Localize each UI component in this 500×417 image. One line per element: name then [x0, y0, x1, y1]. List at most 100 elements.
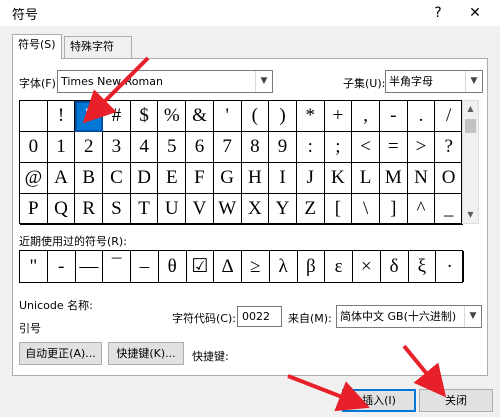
symbol-cell[interactable]: J	[296, 163, 325, 194]
help-button[interactable]: ?	[428, 3, 448, 23]
subset-select-value: 半角字母	[389, 75, 433, 88]
symbol-cell[interactable]: F	[186, 163, 214, 194]
symbol-cell[interactable]: C	[103, 163, 131, 194]
from-select[interactable]: 简体中文 GB(十六进制) ▼	[336, 305, 482, 328]
symbol-cell[interactable]: &	[186, 101, 214, 132]
close-icon[interactable]: ✕	[465, 3, 485, 23]
grid-scrollbar[interactable]: ▲ ▼	[462, 100, 479, 224]
symbol-cell[interactable]: S	[103, 194, 131, 225]
symbol-cell[interactable]: P	[20, 194, 48, 225]
symbol-cell[interactable]: @	[20, 163, 48, 194]
symbol-cell[interactable]: '	[213, 101, 242, 132]
symbol-cell[interactable]: Q	[47, 194, 76, 225]
scroll-down-icon[interactable]: ▼	[463, 207, 478, 223]
recent-symbol-cell[interactable]: ε	[325, 251, 353, 282]
symbol-cell[interactable]: 8	[241, 132, 270, 163]
symbol-cell[interactable]: [	[324, 194, 353, 225]
symbol-cell[interactable]: M	[379, 163, 408, 194]
symbol-cell[interactable]: O	[435, 163, 463, 194]
chevron-down-icon: ▼	[464, 306, 481, 327]
symbol-cell[interactable]: 6	[186, 132, 214, 163]
symbol-cell[interactable]: Z	[296, 194, 325, 225]
recent-symbol-cell[interactable]: ·	[436, 251, 464, 282]
symbol-cell[interactable]: L	[352, 163, 380, 194]
symbol-cell[interactable]: 2	[75, 132, 104, 163]
subset-select[interactable]: 半角字母 ▼	[385, 70, 483, 93]
scroll-thumb[interactable]	[465, 119, 476, 133]
recent-symbol-cell[interactable]: "	[20, 251, 48, 282]
char-code-input[interactable]: 0022	[237, 306, 282, 327]
symbol-cell[interactable]: K	[324, 163, 353, 194]
symbol-cell[interactable]: #	[103, 101, 131, 132]
symbol-cell[interactable]: 5	[158, 132, 187, 163]
symbol-cell[interactable]: 1	[47, 132, 76, 163]
symbol-cell[interactable]: U	[158, 194, 187, 225]
symbol-cell[interactable]: V	[186, 194, 214, 225]
symbol-cell[interactable]: %	[158, 101, 187, 132]
symbol-cell[interactable]: ,	[352, 101, 380, 132]
symbol-cell[interactable]: I	[269, 163, 297, 194]
symbol-cell[interactable]: A	[47, 163, 76, 194]
symbol-cell[interactable]: "	[75, 101, 104, 132]
insert-button[interactable]: 插入(I)	[342, 389, 416, 412]
symbol-cell[interactable]: 3	[103, 132, 131, 163]
symbol-cell[interactable]: ;	[324, 132, 353, 163]
symbol-cell[interactable]: (	[241, 101, 270, 132]
recent-symbol-cell[interactable]: ξ	[409, 251, 437, 282]
symbol-cell[interactable]: H	[241, 163, 270, 194]
symbol-cell[interactable]: T	[130, 194, 159, 225]
tab-special-characters[interactable]: 特殊字符(P)	[64, 36, 132, 73]
symbol-cell[interactable]: B	[75, 163, 104, 194]
symbol-cell[interactable]: *	[296, 101, 325, 132]
symbol-cell[interactable]: ]	[379, 194, 408, 225]
symbol-cell[interactable]: ^	[407, 194, 436, 225]
symbol-cell[interactable]: 4	[130, 132, 159, 163]
recent-symbol-cell[interactable]: -	[48, 251, 76, 282]
font-select[interactable]: Times New Roman ▼	[57, 70, 273, 93]
recent-symbol-cell[interactable]: —	[76, 251, 104, 282]
symbol-cell[interactable]: )	[269, 101, 297, 132]
recent-symbol-cell[interactable]: δ	[381, 251, 409, 282]
symbol-cell[interactable]: R	[75, 194, 104, 225]
symbol-cell[interactable]: :	[296, 132, 325, 163]
symbol-cell[interactable]: E	[158, 163, 187, 194]
symbol-cell[interactable]: X	[241, 194, 270, 225]
shortcut-key-button[interactable]: 快捷键(K)...	[108, 342, 184, 365]
symbol-cell[interactable]: \	[352, 194, 380, 225]
recent-symbol-cell[interactable]: ☑	[187, 251, 215, 282]
symbol-cell[interactable]: .	[407, 101, 436, 132]
recent-symbol-cell[interactable]: ×	[353, 251, 381, 282]
symbol-cell[interactable]: <	[352, 132, 380, 163]
symbol-cell[interactable]: =	[379, 132, 408, 163]
symbol-cell[interactable]: +	[324, 101, 353, 132]
autocorrect-button[interactable]: 自动更正(A)...	[19, 342, 102, 365]
scroll-up-icon[interactable]: ▲	[463, 101, 478, 117]
symbol-cell[interactable]: /	[435, 101, 463, 132]
symbol-cell[interactable]: 9	[269, 132, 297, 163]
tab-symbols[interactable]: 符号(S)	[12, 34, 62, 59]
recent-symbol-cell[interactable]: –	[131, 251, 159, 282]
symbol-cell[interactable]: >	[407, 132, 436, 163]
recent-symbol-cell[interactable]: β	[298, 251, 326, 282]
symbol-cell[interactable]	[20, 101, 48, 132]
recent-symbol-cell[interactable]: Δ	[214, 251, 242, 282]
symbol-cell[interactable]: !	[47, 101, 76, 132]
symbol-cell[interactable]: 7	[213, 132, 242, 163]
recent-symbol-cell[interactable]: θ	[159, 251, 187, 282]
symbol-cell[interactable]: 0	[20, 132, 48, 163]
symbol-cell[interactable]: Y	[269, 194, 297, 225]
recent-symbols: " - — ¯ – θ ☑ Δ ≥ λ β ε × δ ξ ·	[19, 250, 464, 283]
symbol-cell[interactable]: N	[407, 163, 436, 194]
symbol-cell[interactable]: ?	[435, 132, 463, 163]
recent-label: 近期使用过的符号(R):	[19, 235, 127, 248]
symbol-cell[interactable]: _	[435, 194, 463, 225]
symbol-cell[interactable]: G	[213, 163, 242, 194]
close-button[interactable]: 关闭	[419, 389, 493, 412]
recent-symbol-cell[interactable]: ≥	[242, 251, 270, 282]
symbol-cell[interactable]: D	[130, 163, 159, 194]
recent-symbol-cell[interactable]: λ	[270, 251, 298, 282]
symbol-cell[interactable]: $	[130, 101, 159, 132]
symbol-cell[interactable]: -	[379, 101, 408, 132]
symbol-cell[interactable]: W	[213, 194, 242, 225]
recent-symbol-cell[interactable]: ¯	[103, 251, 131, 282]
